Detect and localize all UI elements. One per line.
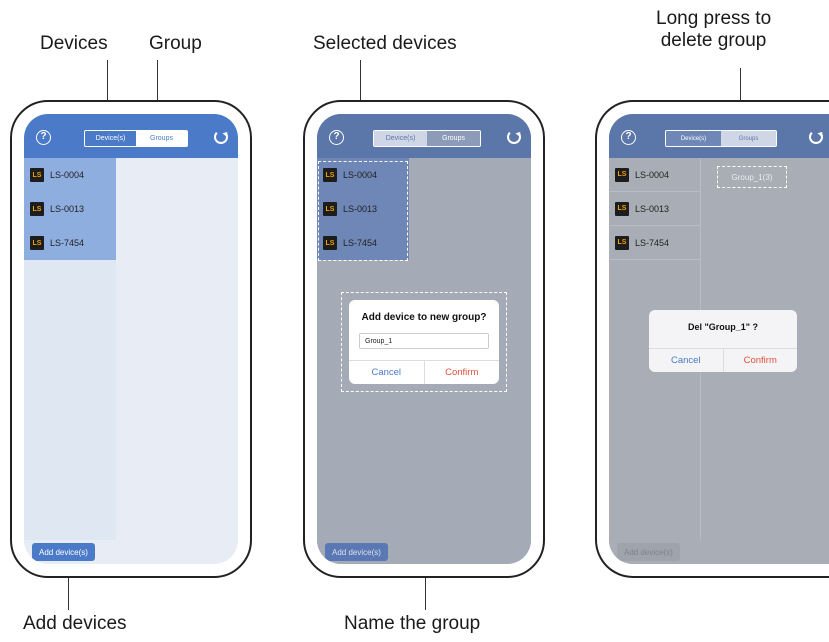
dialog-title: Add device to new group?	[361, 312, 487, 323]
screen: ? Device(s) Groups LS LS-0004 LS LS-0013 L…	[609, 114, 829, 564]
ls-logo-icon: LS	[615, 167, 629, 182]
device-row[interactable]: LS LS-7454	[609, 226, 700, 260]
dialog-title: Del "Group_1" ?	[687, 322, 759, 332]
confirm-button[interactable]: Confirm	[722, 349, 798, 372]
selection-highlight	[318, 161, 408, 261]
confirm-button[interactable]: Confirm	[423, 361, 500, 384]
screen: ? Device(s) Groups LS LS-0004 LS LS-0013 L…	[317, 114, 531, 564]
tab-switcher: Device(s) Groups	[665, 130, 777, 147]
device-label: LS-7454	[635, 237, 670, 248]
device-label: LS-0013	[50, 204, 85, 214]
callout-selected-devices: Selected devices	[313, 33, 457, 54]
ls-logo-icon: LS	[30, 236, 44, 250]
tab-groups[interactable]: Groups	[427, 131, 480, 146]
add-devices-button[interactable]: Add device(s)	[325, 543, 388, 561]
cancel-button[interactable]: Cancel	[649, 349, 723, 372]
tab-devices[interactable]: Device(s)	[666, 131, 721, 146]
device-row[interactable]: LS LS-0013	[609, 192, 700, 226]
tab-switcher: Device(s) Groups	[84, 130, 188, 147]
tab-switcher: Device(s) Groups	[373, 130, 481, 147]
callout-long-press: Long press to delete group	[656, 8, 771, 52]
callout-long-press-line2: delete group	[660, 29, 767, 51]
top-bar: ? Device(s) Groups	[609, 114, 829, 158]
dialog-buttons: Cancel Confirm	[349, 360, 499, 384]
group-item-highlight: Group_1(3)	[717, 166, 787, 188]
top-bar: ? Device(s) Groups	[24, 114, 238, 158]
help-icon[interactable]: ?	[621, 130, 636, 145]
phone-devices-list: ? Device(s) Groups LS LS-0004 LS LS-0013 L…	[10, 100, 252, 578]
help-icon[interactable]: ?	[36, 130, 51, 145]
bottom-bar: Add device(s)	[317, 540, 531, 564]
callout-devices: Devices	[40, 33, 108, 54]
device-row[interactable]: LS LS-7454	[24, 226, 116, 260]
cancel-button[interactable]: Cancel	[349, 361, 424, 384]
tab-groups[interactable]: Groups	[136, 131, 187, 146]
tab-groups[interactable]: Groups	[721, 131, 776, 146]
callout-add-devices: Add devices	[23, 613, 127, 634]
bottom-bar: Add device(s)	[24, 540, 238, 564]
ls-logo-icon: LS	[615, 235, 629, 250]
add-devices-button[interactable]: Add device(s)	[32, 543, 95, 561]
device-row[interactable]: LS LS-0004	[24, 158, 116, 192]
callout-group: Group	[149, 33, 202, 54]
refresh-icon[interactable]	[507, 130, 521, 144]
device-row[interactable]: LS LS-0004	[609, 158, 700, 192]
device-label: LS-7454	[50, 238, 85, 248]
refresh-icon[interactable]	[809, 130, 823, 144]
dialog-buttons: Cancel Confirm	[649, 348, 797, 372]
tab-devices[interactable]: Device(s)	[374, 131, 427, 146]
help-icon[interactable]: ?	[329, 130, 344, 145]
ls-logo-icon: LS	[30, 202, 44, 216]
delete-group-dialog: Del "Group_1" ? Cancel Confirm	[649, 310, 797, 372]
group-item[interactable]: Group_1(3)	[732, 173, 773, 182]
refresh-icon[interactable]	[214, 130, 228, 144]
device-list: LS LS-0004 LS LS-0013 LS LS-7454	[24, 158, 116, 540]
device-label: LS-0013	[635, 203, 670, 214]
device-label: LS-0004	[635, 169, 670, 180]
device-label: LS-0004	[50, 170, 85, 180]
screen: ? Device(s) Groups LS LS-0004 LS LS-0013 L…	[24, 114, 238, 564]
phone-delete-group: ? Device(s) Groups LS LS-0004 LS LS-0013 L…	[595, 100, 829, 578]
new-group-dialog: Add device to new group? Group_1 Cancel …	[349, 300, 499, 384]
tab-devices[interactable]: Device(s)	[85, 131, 136, 146]
ls-logo-icon: LS	[30, 168, 44, 182]
callout-name-group: Name the group	[344, 613, 481, 634]
group-name-input[interactable]: Group_1	[359, 333, 489, 349]
selected-block: LS LS-0004 LS LS-0013 LS LS-7454	[24, 158, 116, 260]
add-devices-button[interactable]: Add device(s)	[617, 543, 680, 561]
top-bar: ? Device(s) Groups	[317, 114, 531, 158]
ls-logo-icon: LS	[615, 201, 629, 216]
callout-long-press-line1: Long press to	[656, 8, 772, 29]
bottom-bar: Add device(s)	[609, 540, 829, 564]
phone-new-group: ? Device(s) Groups LS LS-0004 LS LS-0013 L…	[303, 100, 545, 578]
device-row[interactable]: LS LS-0013	[24, 192, 116, 226]
